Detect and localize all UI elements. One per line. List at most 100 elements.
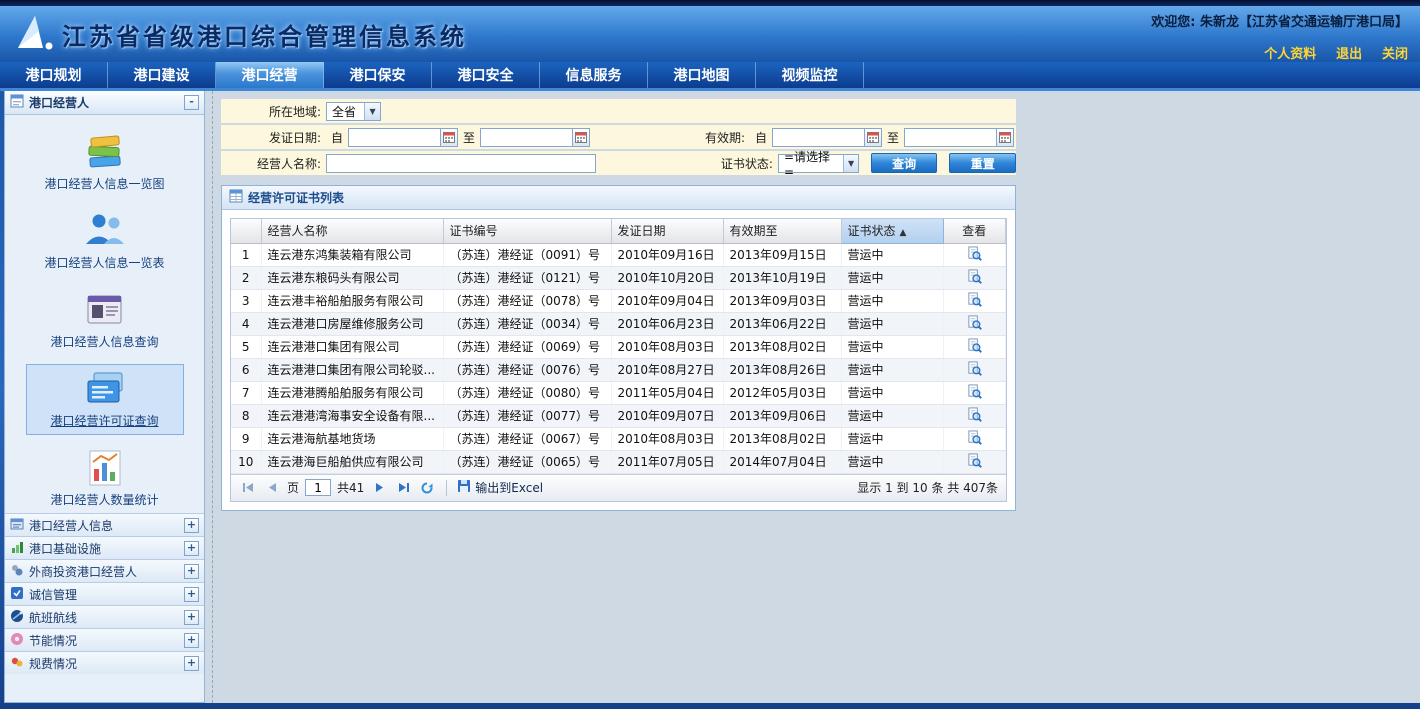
table-row[interactable]: 6 连云港港口集团有限公司轮驳... （苏连）港经证（0076）号 2010年0…: [231, 358, 1006, 381]
table-row[interactable]: 8 连云港港湾海事安全设备有限... （苏连）港经证（0077）号 2010年0…: [231, 404, 1006, 427]
search-button[interactable]: 查询: [871, 153, 938, 173]
first-page-button[interactable]: [239, 479, 257, 497]
expand-panel-button[interactable]: +: [184, 587, 199, 602]
page-number-input[interactable]: [305, 479, 331, 496]
reset-button[interactable]: 重置: [949, 153, 1016, 173]
profile-link[interactable]: 个人资料: [1264, 47, 1316, 62]
view-detail-icon[interactable]: [967, 342, 982, 356]
people-icon: [82, 211, 128, 251]
view-detail-icon[interactable]: [967, 411, 982, 425]
sidebar-panel-fees[interactable]: 规费情况 +: [5, 651, 204, 674]
prev-page-button[interactable]: [263, 479, 281, 497]
table-row[interactable]: 9 连云港海航基地货场 （苏连）港经证（0067）号 2010年08月03日 2…: [231, 427, 1006, 450]
region-select[interactable]: 全省 ▼: [326, 102, 381, 121]
cert-table: 经营人名称 证书编号 发证日期 有效期至 证书状态▲ 查看 1 连云港东鸿集装箱…: [231, 219, 1006, 474]
expand-panel-button[interactable]: +: [184, 656, 199, 671]
sidebar: 港口经营人 - 港口经营人信息一览图: [4, 91, 205, 703]
view-cell[interactable]: [943, 266, 1006, 289]
calendar-icon[interactable]: [440, 128, 458, 147]
table-row[interactable]: 7 连云港港腾船舶服务有限公司 （苏连）港经证（0080）号 2011年05月0…: [231, 381, 1006, 404]
header-links: 个人资料 退出 关闭: [1151, 43, 1408, 62]
view-cell[interactable]: [943, 404, 1006, 427]
page-title: 江苏省省级港口综合管理信息系统: [62, 17, 467, 52]
close-link[interactable]: 关闭: [1382, 47, 1408, 62]
nav-tab-port-planning[interactable]: 港口规划: [0, 62, 108, 88]
issue-date-cell: 2011年05月04日: [611, 381, 723, 404]
expand-panel-button[interactable]: +: [184, 610, 199, 625]
issue-to-label: 至: [458, 129, 480, 146]
sidebar-panel-integrity[interactable]: 诚信管理 +: [5, 582, 204, 605]
expand-panel-button[interactable]: +: [184, 541, 199, 556]
next-page-button[interactable]: [370, 479, 388, 497]
calendar-icon[interactable]: [864, 128, 882, 147]
table-row[interactable]: 1 连云港东鸿集装箱有限公司 （苏连）港经证（0091）号 2010年09月16…: [231, 243, 1006, 266]
cert-number-header[interactable]: 证书编号: [443, 219, 611, 243]
issue-date-from-input[interactable]: [348, 128, 440, 147]
nav-tab-information-service[interactable]: 信息服务: [540, 62, 648, 88]
validity-from-input[interactable]: [772, 128, 864, 147]
sidebar-item-operator-quantity-stats[interactable]: 港口经营人数量统计: [26, 443, 184, 514]
view-detail-icon[interactable]: [967, 388, 982, 402]
operator-name-input[interactable]: [326, 154, 596, 173]
nav-tab-port-operation[interactable]: 港口经营: [216, 62, 324, 88]
last-page-button[interactable]: [394, 479, 412, 497]
sidebar-item-operator-info-query[interactable]: 港口经营人信息查询: [26, 285, 184, 356]
view-detail-icon[interactable]: [967, 273, 982, 287]
collapse-panel-button[interactable]: -: [184, 95, 199, 110]
table-row[interactable]: 2 连云港东粮码头有限公司 （苏连）港经证（0121）号 2010年10月20日…: [231, 266, 1006, 289]
table-row[interactable]: 5 连云港港口集团有限公司 （苏连）港经证（0069）号 2010年08月03日…: [231, 335, 1006, 358]
row-number: 10: [231, 450, 261, 473]
export-excel-button[interactable]: 输出到Excel: [457, 479, 543, 496]
sidebar-panel-header-operator[interactable]: 港口经营人 -: [5, 91, 204, 115]
issue-date-to-input[interactable]: [480, 128, 572, 147]
form-panel-icon: [10, 94, 24, 111]
sidebar-panel-operator-info[interactable]: 港口经营人信息 +: [5, 513, 204, 536]
view-detail-icon[interactable]: [967, 250, 982, 264]
view-cell[interactable]: [943, 312, 1006, 335]
sidebar-item-operator-overview-chart[interactable]: 港口经营人信息一览图: [26, 127, 184, 198]
view-detail-icon[interactable]: [967, 296, 982, 310]
nav-tab-port-safety[interactable]: 港口安全: [432, 62, 540, 88]
cert-status-select[interactable]: =请选择= ▼: [778, 154, 859, 173]
row-number-header: [231, 219, 261, 243]
logout-link[interactable]: 退出: [1336, 47, 1362, 62]
valid-until-header[interactable]: 有效期至: [723, 219, 841, 243]
table-row[interactable]: 4 连云港港口房屋维修服务公司 （苏连）港经证（0034）号 2010年06月2…: [231, 312, 1006, 335]
view-cell[interactable]: [943, 243, 1006, 266]
nav-tab-port-construction[interactable]: 港口建设: [108, 62, 216, 88]
nav-tab-video-monitoring[interactable]: 视频监控: [756, 62, 864, 88]
cert-status-header[interactable]: 证书状态▲: [841, 219, 943, 243]
sidebar-item-license-query[interactable]: 港口经营许可证查询: [26, 364, 184, 435]
calendar-icon[interactable]: [572, 128, 590, 147]
refresh-icon[interactable]: [418, 479, 436, 497]
table-row[interactable]: 10 连云港海巨船舶供应有限公司 （苏连）港经证（0065）号 2011年07月…: [231, 450, 1006, 473]
view-cell[interactable]: [943, 358, 1006, 381]
sidebar-panel-energy-saving[interactable]: 节能情况 +: [5, 628, 204, 651]
sidebar-panel-infrastructure[interactable]: 港口基础设施 +: [5, 536, 204, 559]
view-cell[interactable]: [943, 427, 1006, 450]
view-detail-icon[interactable]: [967, 319, 982, 333]
issue-date-header[interactable]: 发证日期: [611, 219, 723, 243]
operator-name-header[interactable]: 经营人名称: [261, 219, 443, 243]
sidebar-item-label: 港口经营人信息查询: [50, 335, 158, 349]
sidebar-panel-foreign-investment[interactable]: 外商投资港口经营人 +: [5, 559, 204, 582]
expand-panel-button[interactable]: +: [184, 564, 199, 579]
expand-panel-button[interactable]: +: [184, 633, 199, 648]
issue-from-label: 自: [326, 129, 348, 146]
nav-tab-port-map[interactable]: 港口地图: [648, 62, 756, 88]
nav-tab-port-security[interactable]: 港口保安: [324, 62, 432, 88]
table-row[interactable]: 3 连云港丰裕船舶服务有限公司 （苏连）港经证（0078）号 2010年09月0…: [231, 289, 1006, 312]
view-detail-icon[interactable]: [967, 434, 982, 448]
view-cell[interactable]: [943, 289, 1006, 312]
expand-panel-button[interactable]: +: [184, 518, 199, 533]
view-cell[interactable]: [943, 381, 1006, 404]
view-cell[interactable]: [943, 450, 1006, 473]
sidebar-panel-flight-routes[interactable]: 航班航线 +: [5, 605, 204, 628]
view-detail-icon[interactable]: [967, 365, 982, 379]
sidebar-item-operator-overview-table[interactable]: 港口经营人信息一览表: [26, 206, 184, 277]
validity-to-input[interactable]: [904, 128, 996, 147]
view-cell[interactable]: [943, 335, 1006, 358]
calendar-icon[interactable]: [996, 128, 1014, 147]
cert-table-wrap: 经营人名称 证书编号 发证日期 有效期至 证书状态▲ 查看 1 连云港东鸿集装箱…: [230, 218, 1007, 502]
view-detail-icon[interactable]: [967, 457, 982, 471]
